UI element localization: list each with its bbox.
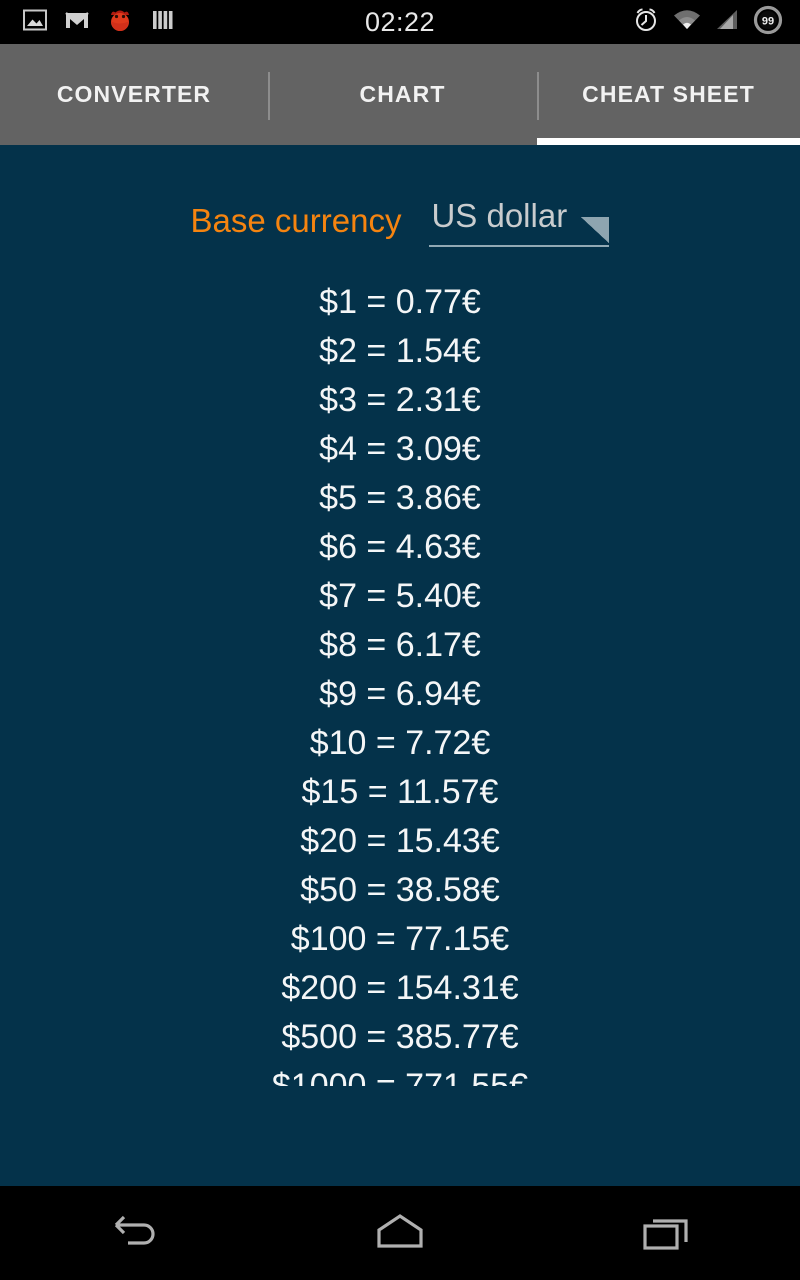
- rate-row: $4 = 3.09€: [319, 430, 481, 468]
- status-bar-system-icons: 99: [632, 0, 784, 44]
- rate-row: $2 = 1.54€: [319, 332, 481, 370]
- cheat-sheet-list[interactable]: $1 = 0.77€ $2 = 1.54€ $3 = 2.31€ $4 = 3.09€…: [0, 278, 800, 1086]
- rate-row: $7 = 5.40€: [319, 577, 481, 615]
- base-currency-label: Base currency: [190, 202, 402, 239]
- rate-row: $6 = 4.63€: [319, 528, 481, 566]
- rate-row: $5 = 3.86€: [319, 479, 481, 517]
- tab-converter-label: CONVERTER: [56, 81, 212, 107]
- rate-row: $50 = 38.58€: [300, 871, 500, 909]
- tab-divider-left: [268, 72, 270, 120]
- phone-screen: 02:22 99 CONVERTER CHART CHEAT SHEET Bas…: [0, 0, 800, 1280]
- rate-row: $500 = 385.77€: [281, 1018, 519, 1056]
- system-navigation-bar: [0, 1186, 800, 1280]
- rate-row: $200 = 154.31€: [281, 969, 519, 1007]
- tab-converter[interactable]: CONVERTER: [0, 44, 268, 145]
- rate-row: $15 = 11.57€: [301, 773, 499, 811]
- tab-chart[interactable]: CHART: [268, 44, 537, 145]
- chevron-down-icon: [581, 217, 610, 243]
- alarm-clock-icon: [632, 6, 660, 39]
- back-arrow-icon: [115, 1215, 155, 1245]
- base-currency-spinner[interactable]: US dollar: [429, 195, 610, 247]
- status-bar: 02:22 99: [0, 0, 800, 44]
- rate-row: $8 = 6.17€: [319, 626, 481, 664]
- rate-row: $9 = 6.94€: [319, 675, 481, 713]
- recents-button[interactable]: [577, 1186, 757, 1280]
- rate-row: $3 = 2.31€: [319, 381, 481, 419]
- tab-cheat-sheet-label: CHEAT SHEET: [582, 81, 755, 107]
- tab-cheat-sheet[interactable]: CHEAT SHEET: [537, 44, 800, 145]
- rate-row: $20 = 15.43€: [300, 822, 500, 860]
- rate-row: $1000 = 771.55€: [271, 1067, 529, 1086]
- tab-bar: CONVERTER CHART CHEAT SHEET: [0, 44, 800, 145]
- active-tab-indicator: [537, 138, 800, 145]
- recent-apps-icon: [643, 1219, 688, 1250]
- back-button[interactable]: [43, 1186, 223, 1280]
- cellular-signal-icon: [714, 7, 740, 38]
- rate-row: $1 = 0.77€: [319, 283, 481, 321]
- rate-row: $100 = 77.15€: [290, 920, 510, 958]
- rate-row: $10 = 7.72€: [309, 724, 491, 762]
- base-currency-row: Base currency US dollar: [0, 190, 800, 252]
- tab-divider-right: [537, 72, 539, 120]
- home-icon: [377, 1214, 423, 1248]
- home-button[interactable]: [310, 1186, 490, 1280]
- base-currency-value: US dollar: [431, 197, 568, 234]
- tab-chart-label: CHART: [359, 81, 446, 107]
- svg-text:99: 99: [762, 15, 774, 27]
- battery-circle-icon: 99: [752, 4, 784, 41]
- wifi-icon: [672, 7, 702, 38]
